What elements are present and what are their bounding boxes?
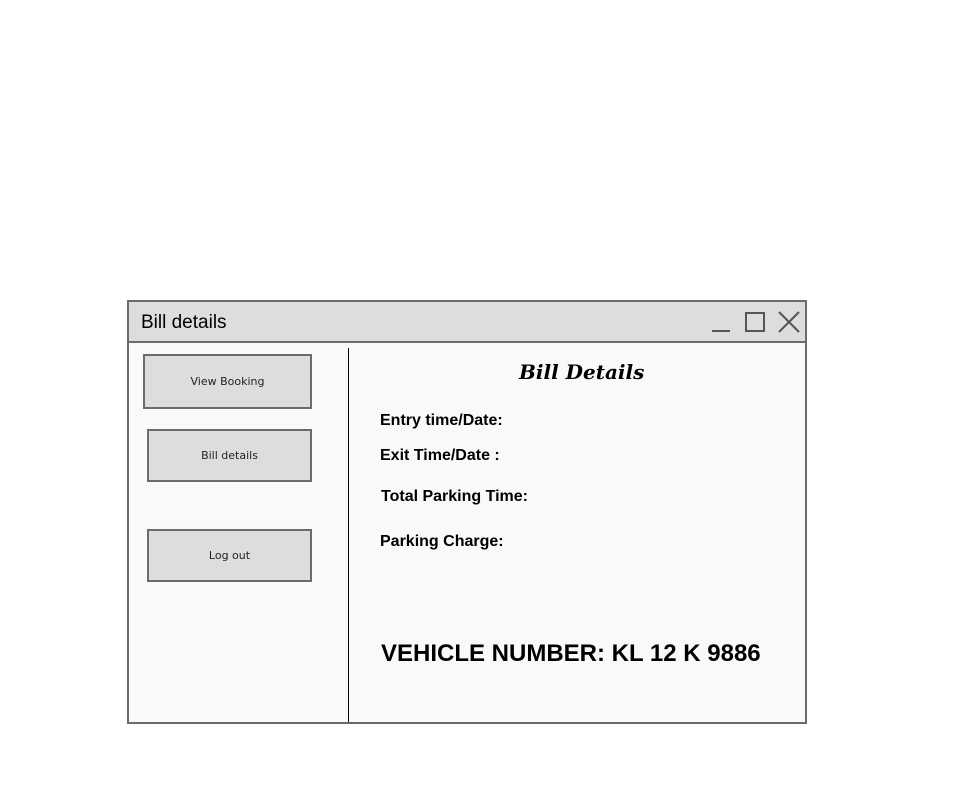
title-bar: Bill details (129, 302, 805, 343)
minimize-icon[interactable] (709, 310, 733, 334)
window-title: Bill details (141, 312, 227, 333)
app-window: Bill details View Booking Bill details L… (127, 300, 807, 724)
parking-charge-label: Parking Charge: (380, 533, 504, 550)
log-out-button[interactable]: Log out (147, 529, 312, 582)
bill-details-button[interactable]: Bill details (147, 429, 312, 482)
sidebar-divider (348, 348, 349, 722)
close-icon[interactable] (777, 310, 801, 334)
maximize-icon[interactable] (743, 310, 767, 334)
entry-time-label: Entry time/Date: (380, 412, 503, 429)
page-title: Bill Details (519, 360, 645, 384)
exit-time-label: Exit Time/Date : (380, 447, 500, 464)
total-parking-time-label: Total Parking Time: (381, 488, 528, 505)
vehicle-number: VEHICLE NUMBER: KL 12 K 9886 (381, 640, 761, 667)
view-booking-button[interactable]: View Booking (143, 354, 312, 409)
